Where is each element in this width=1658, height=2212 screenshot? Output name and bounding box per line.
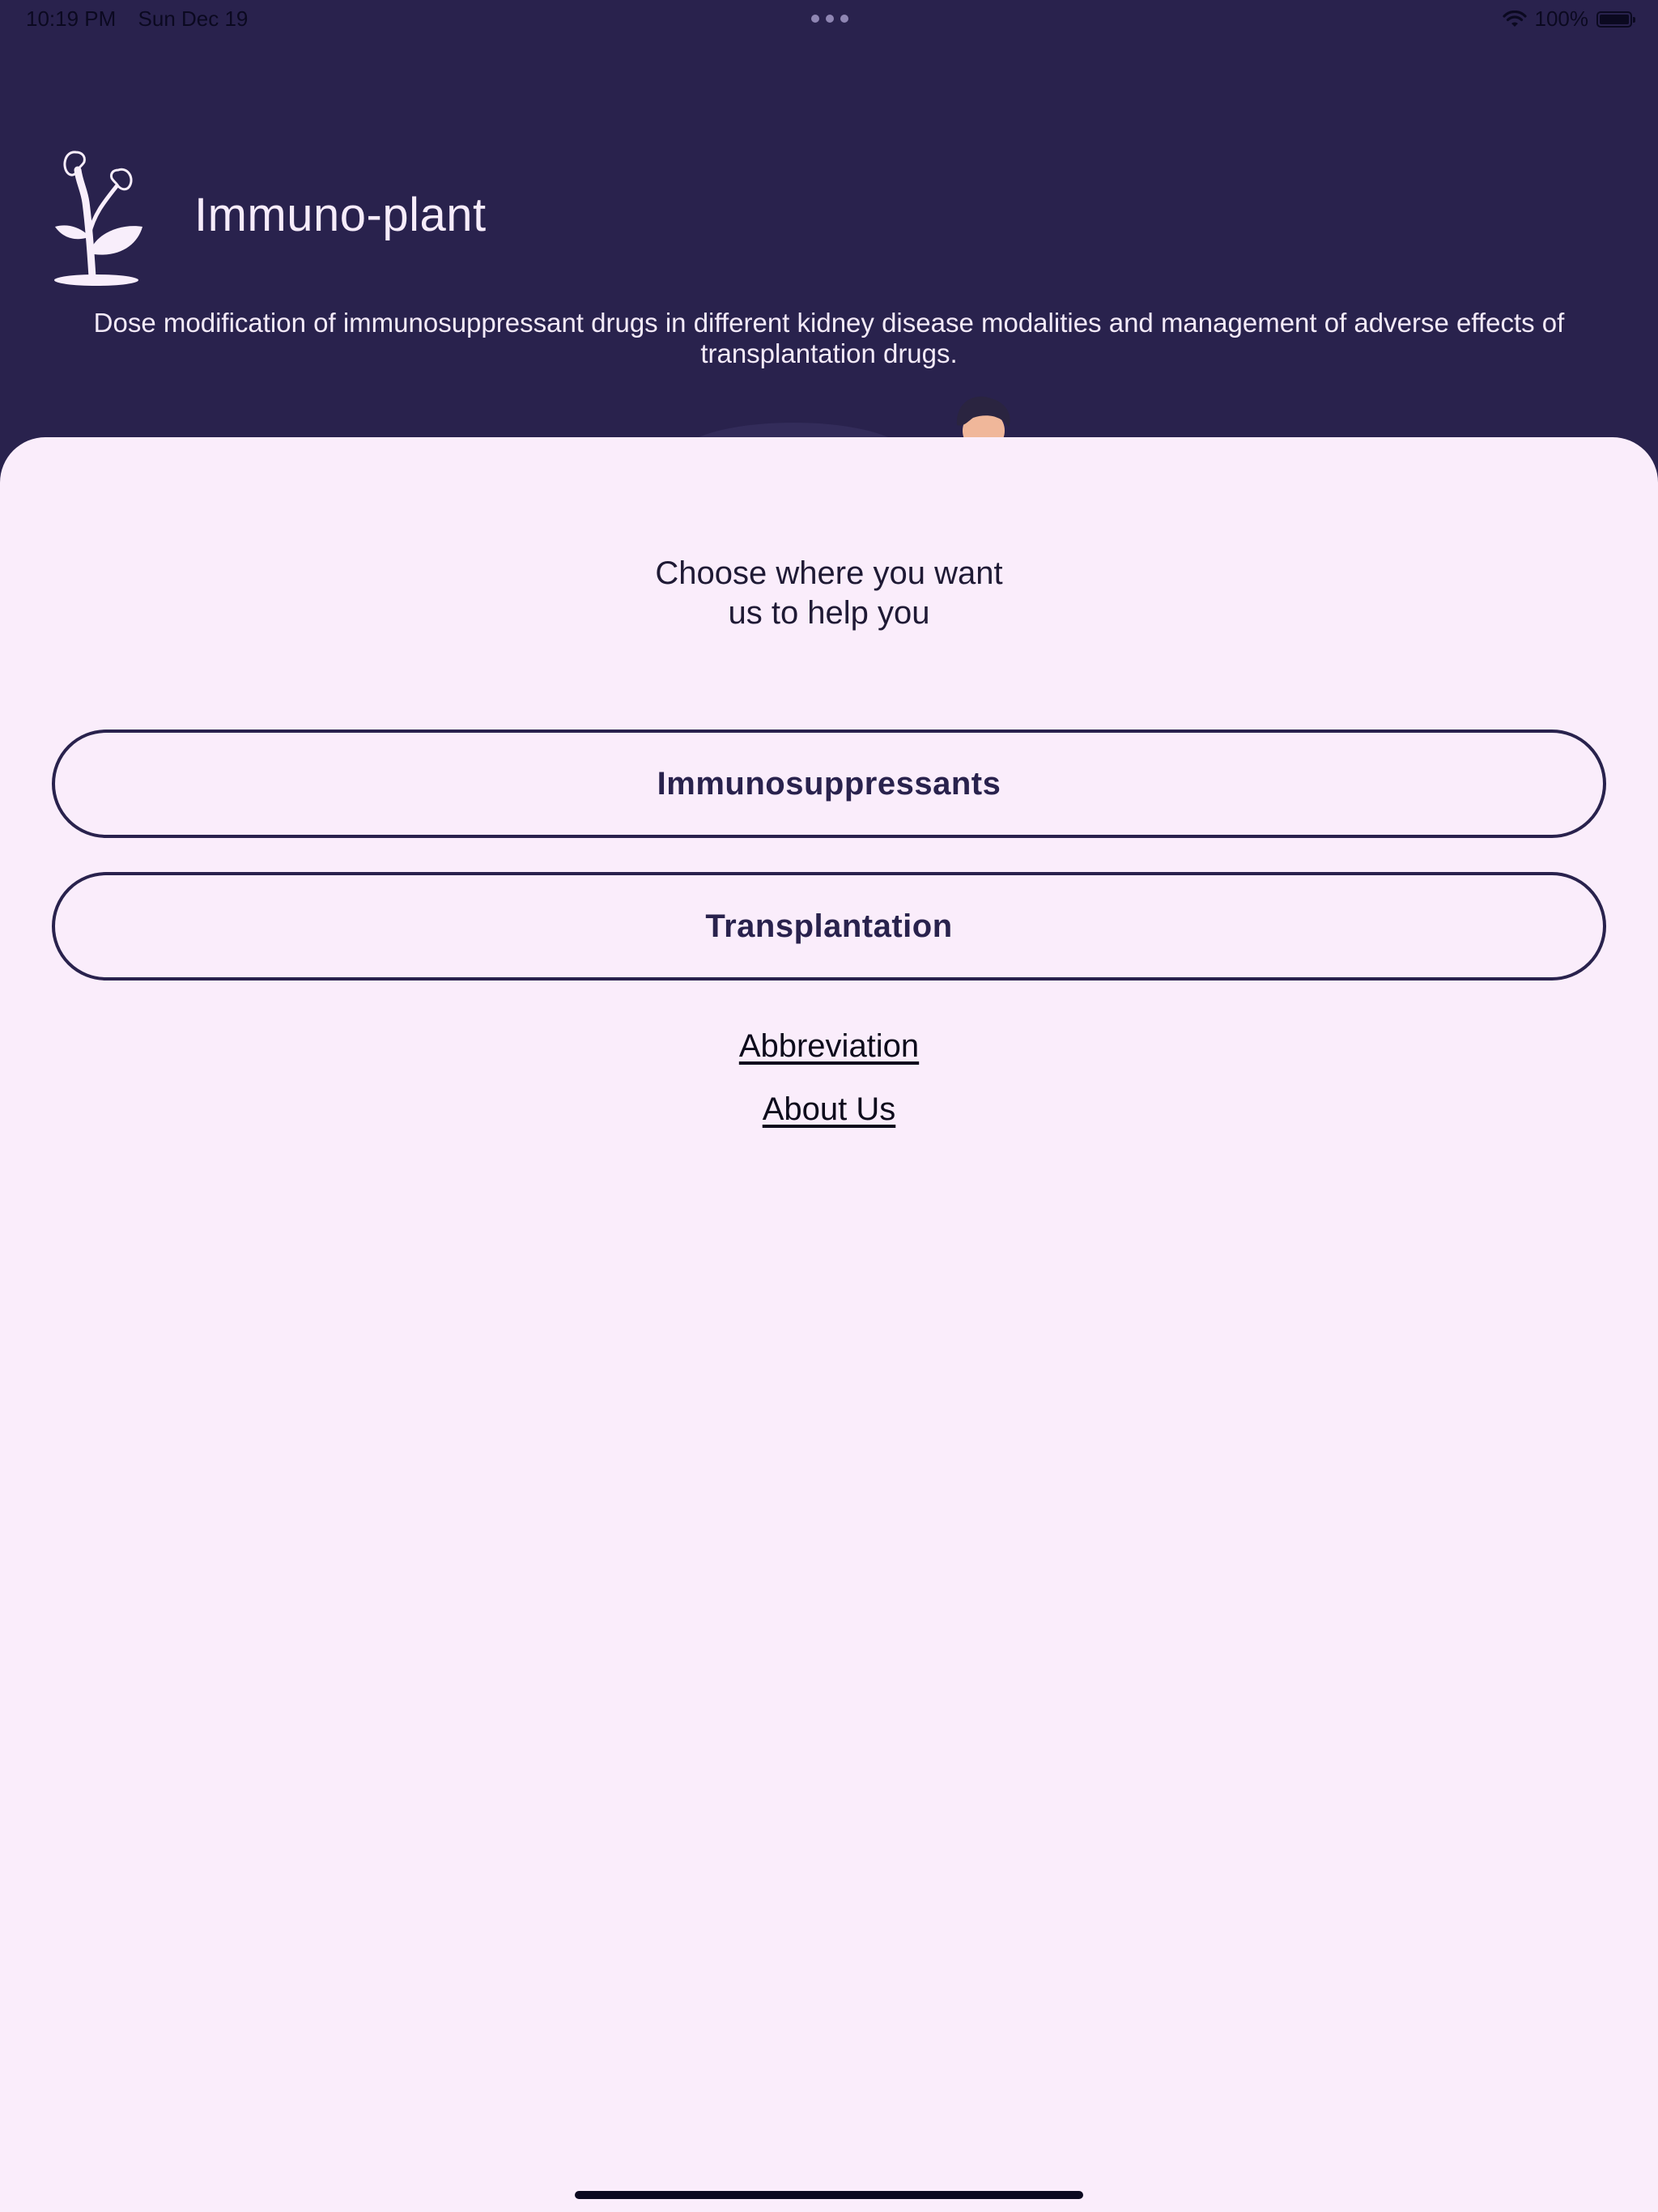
abbreviation-link[interactable]: Abbreviation [739, 1028, 919, 1064]
prompt-line-2: us to help you [728, 595, 930, 631]
prompt-line-1: Choose where you want [655, 555, 1003, 591]
abbreviation-link-row: Abbreviation [505, 1028, 1153, 1065]
app-tagline: Dose modification of immunosuppressant d… [93, 308, 1565, 368]
prompt-text: Choose where you want us to help you [505, 554, 1153, 633]
transplantation-button[interactable]: Transplantation [52, 872, 1606, 981]
app-title: Immuno-plant [194, 189, 487, 241]
about-us-link-row: About Us [505, 1091, 1153, 1128]
app-header: Immuno-plant Dose modification of immuno… [0, 0, 1658, 453]
plant-kidney-icon [54, 151, 142, 286]
main-sheet: Choose where you want us to help you Imm… [0, 437, 1658, 2212]
immunosuppressants-button[interactable]: Immunosuppressants [52, 730, 1606, 838]
about-us-link[interactable]: About Us [763, 1091, 896, 1127]
home-indicator[interactable] [575, 2191, 1083, 2199]
